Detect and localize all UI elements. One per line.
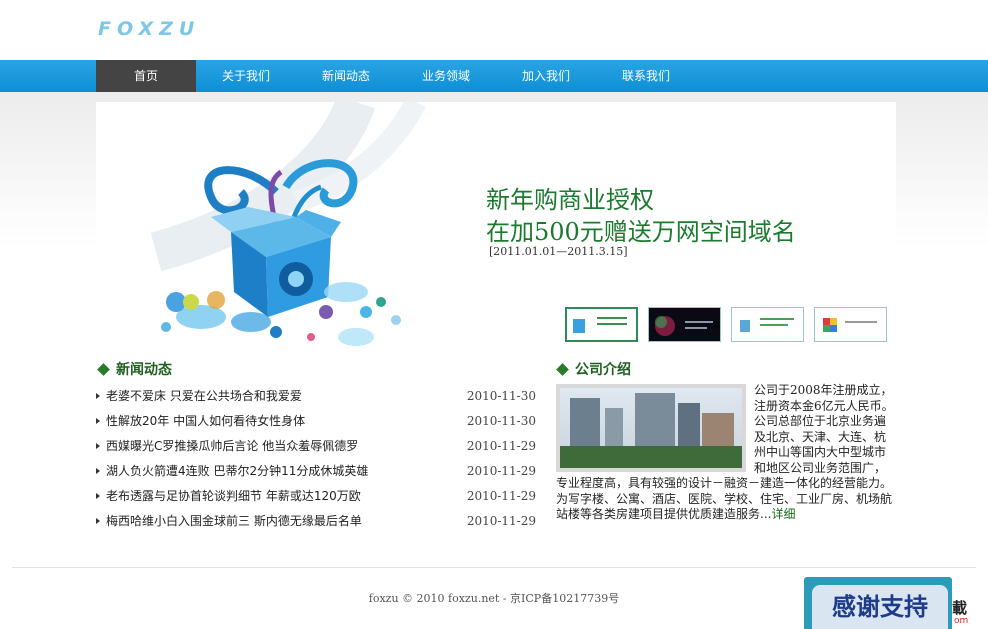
company-description: 公司于2008年注册成立，注册资本金6亿元人民币。公司总部位于北京业务遍及北京、…	[556, 383, 896, 523]
banner-thumb-3[interactable]	[731, 307, 804, 342]
news-link[interactable]: 性解放20年 中国人如何看待女性身体	[106, 411, 305, 431]
logo-text: FOXZU	[98, 19, 200, 37]
news-date: 2010-11-30	[466, 389, 536, 403]
banner-thumb-1[interactable]	[565, 307, 638, 342]
list-item: 老婆不爱床 只爱在公共场合和我爱爱 2010-11-30	[96, 386, 538, 411]
news-section-title: 新闻动态	[96, 359, 172, 379]
diamond-icon	[97, 363, 110, 376]
list-item: 老布透露与足协首轮谈判细节 年薪或达120万欧 2010-11-29	[96, 486, 538, 511]
bullet-icon	[96, 468, 100, 474]
download-watermark-sub: om	[954, 616, 969, 626]
news-title-text: 新闻动态	[116, 362, 172, 378]
diamond-icon	[556, 363, 569, 376]
thanks-support-badge[interactable]: 感谢支持	[804, 577, 952, 629]
nav-bar: 首页 关于我们 新闻动态 业务领域 加入我们 联系我们	[0, 60, 988, 92]
nav-item-news[interactable]: 新闻动态	[296, 60, 396, 92]
nav-item-about[interactable]: 关于我们	[196, 60, 296, 92]
banner-thumb-4[interactable]	[814, 307, 887, 342]
thumb-2011-icon	[655, 316, 713, 336]
bullet-icon	[96, 518, 100, 524]
gift-box-illustration	[161, 159, 401, 346]
list-item: 梅西哈维小白入围金球前三 斯内德无缘最后名单 2010-11-29	[96, 511, 538, 536]
thumb-cube-icon	[823, 318, 877, 332]
thanks-support-label: 感谢支持	[812, 585, 948, 629]
thumb-gift-icon	[573, 317, 627, 333]
banner-thumb-2[interactable]	[648, 307, 721, 342]
nav-item-home[interactable]: 首页	[96, 60, 196, 92]
news-link[interactable]: 梅西哈维小白入围金球前三 斯内德无缘最后名单	[106, 511, 362, 531]
main-nav: 首页 关于我们 新闻动态 业务领域 加入我们 联系我们	[96, 60, 696, 92]
nav-item-join[interactable]: 加入我们	[496, 60, 596, 92]
company-section-title: 公司介绍	[555, 359, 631, 379]
news-date: 2010-11-29	[466, 464, 536, 478]
photo-spacer	[556, 383, 754, 473]
promo-date-range: [2011.01.01—2011.3.15]	[489, 245, 628, 258]
promo-headline-2: 在加500元赠送万网空间域名	[486, 218, 796, 246]
site-logo[interactable]: FOXZU	[98, 19, 238, 37]
page: FOXZU 首页 关于我们 新闻动态 业务领域 加入我们 联系我们 新年购商业授…	[0, 0, 988, 629]
bullet-icon	[96, 443, 100, 449]
download-watermark: 載	[952, 599, 968, 617]
bullet-icon	[96, 418, 100, 424]
list-item: 性解放20年 中国人如何看待女性身体 2010-11-30	[96, 411, 538, 436]
promo-headline-1: 新年购商业授权	[486, 186, 654, 214]
list-item: 西媒曝光C罗推搡瓜帅后言论 他当众羞辱佩德罗 2010-11-29	[96, 436, 538, 461]
news-date: 2010-11-30	[466, 414, 536, 428]
news-link[interactable]: 西媒曝光C罗推搡瓜帅后言论 他当众羞辱佩德罗	[106, 436, 358, 456]
news-link[interactable]: 湖人负火箭遭4连败 巴蒂尔2分钟11分成休城英雄	[106, 461, 368, 481]
company-more-link[interactable]: 详细	[771, 507, 795, 521]
nav-item-business[interactable]: 业务领域	[396, 60, 496, 92]
list-item: 湖人负火箭遭4连败 巴蒂尔2分钟11分成休城英雄 2010-11-29	[96, 461, 538, 486]
news-list: 老婆不爱床 只爱在公共场合和我爱爱 2010-11-30 性解放20年 中国人如…	[96, 386, 538, 536]
news-link[interactable]: 老婆不爱床 只爱在公共场合和我爱爱	[106, 386, 302, 406]
nav-item-contact[interactable]: 联系我们	[596, 60, 696, 92]
news-date: 2010-11-29	[466, 489, 536, 503]
thumb-box-icon	[740, 318, 794, 332]
bullet-icon	[96, 393, 100, 399]
footer-divider	[12, 567, 976, 568]
news-date: 2010-11-29	[466, 514, 536, 528]
bullet-icon	[96, 493, 100, 499]
news-date: 2010-11-29	[466, 439, 536, 453]
company-title-text: 公司介绍	[575, 362, 631, 378]
news-link[interactable]: 老布透露与足协首轮谈判细节 年薪或达120万欧	[106, 486, 361, 506]
banner-thumbnails	[565, 307, 887, 342]
